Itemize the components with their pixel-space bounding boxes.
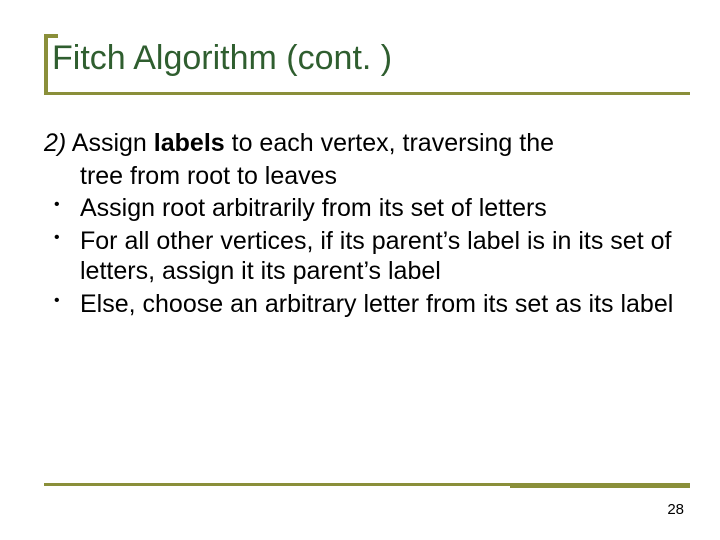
lead-line-1: 2) Assign labels to each vertex, travers…	[44, 128, 676, 159]
slide-title: Fitch Algorithm (cont. )	[44, 38, 690, 79]
lead-line-2: tree from root to leaves	[44, 161, 676, 192]
slide: Fitch Algorithm (cont. ) 2) Assign label…	[0, 0, 720, 540]
page-number: 28	[667, 501, 684, 518]
lead-text-1a: Assign	[66, 129, 154, 157]
list-item: Assign root arbitrarily from its set of …	[44, 193, 676, 224]
title-underline	[44, 92, 690, 95]
title-block: Fitch Algorithm (cont. )	[44, 38, 690, 79]
lead-text-1b: to each vertex, traversing the	[225, 129, 554, 157]
bullet-list: Assign root arbitrarily from its set of …	[44, 193, 676, 319]
footer-rule	[44, 483, 690, 486]
lead-bold: labels	[154, 129, 225, 157]
step-number: 2)	[44, 129, 66, 157]
list-item: Else, choose an arbitrary letter from it…	[44, 289, 676, 320]
body: 2) Assign labels to each vertex, travers…	[44, 128, 676, 321]
list-item: For all other vertices, if its parent’s …	[44, 226, 676, 287]
